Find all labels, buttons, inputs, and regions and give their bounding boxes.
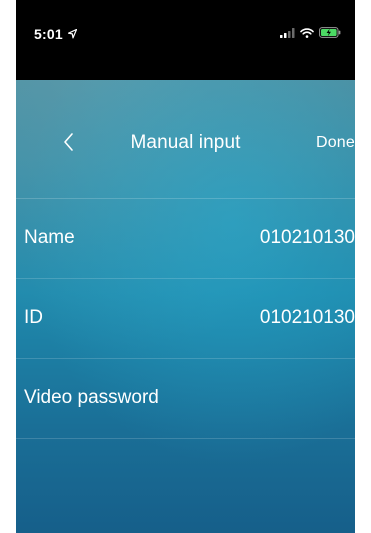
wifi-icon (300, 27, 314, 38)
navigation-bar: Manual input Done (16, 80, 355, 200)
video-password-label: Video password (24, 387, 159, 408)
status-bar: 5:01 (16, 0, 355, 80)
done-button[interactable]: Done (316, 134, 355, 152)
id-value[interactable]: 010210130 (260, 307, 355, 329)
location-arrow-icon (68, 29, 77, 39)
name-label: Name (24, 227, 75, 248)
app-screen: 5:01 Manual input Done Name 010210130 ID… (16, 0, 355, 533)
status-time: 5:01 (34, 26, 63, 42)
id-row[interactable]: ID 010210130 (16, 279, 355, 359)
video-password-row[interactable]: Video password (16, 359, 355, 439)
id-label: ID (24, 307, 43, 328)
status-indicators (280, 27, 341, 38)
page-title: Manual input (130, 132, 241, 153)
cellular-signal-icon (280, 27, 295, 38)
divider (16, 438, 355, 439)
name-row[interactable]: Name 010210130 (16, 199, 355, 279)
name-value[interactable]: 010210130 (260, 227, 355, 249)
battery-charging-icon (319, 27, 341, 38)
